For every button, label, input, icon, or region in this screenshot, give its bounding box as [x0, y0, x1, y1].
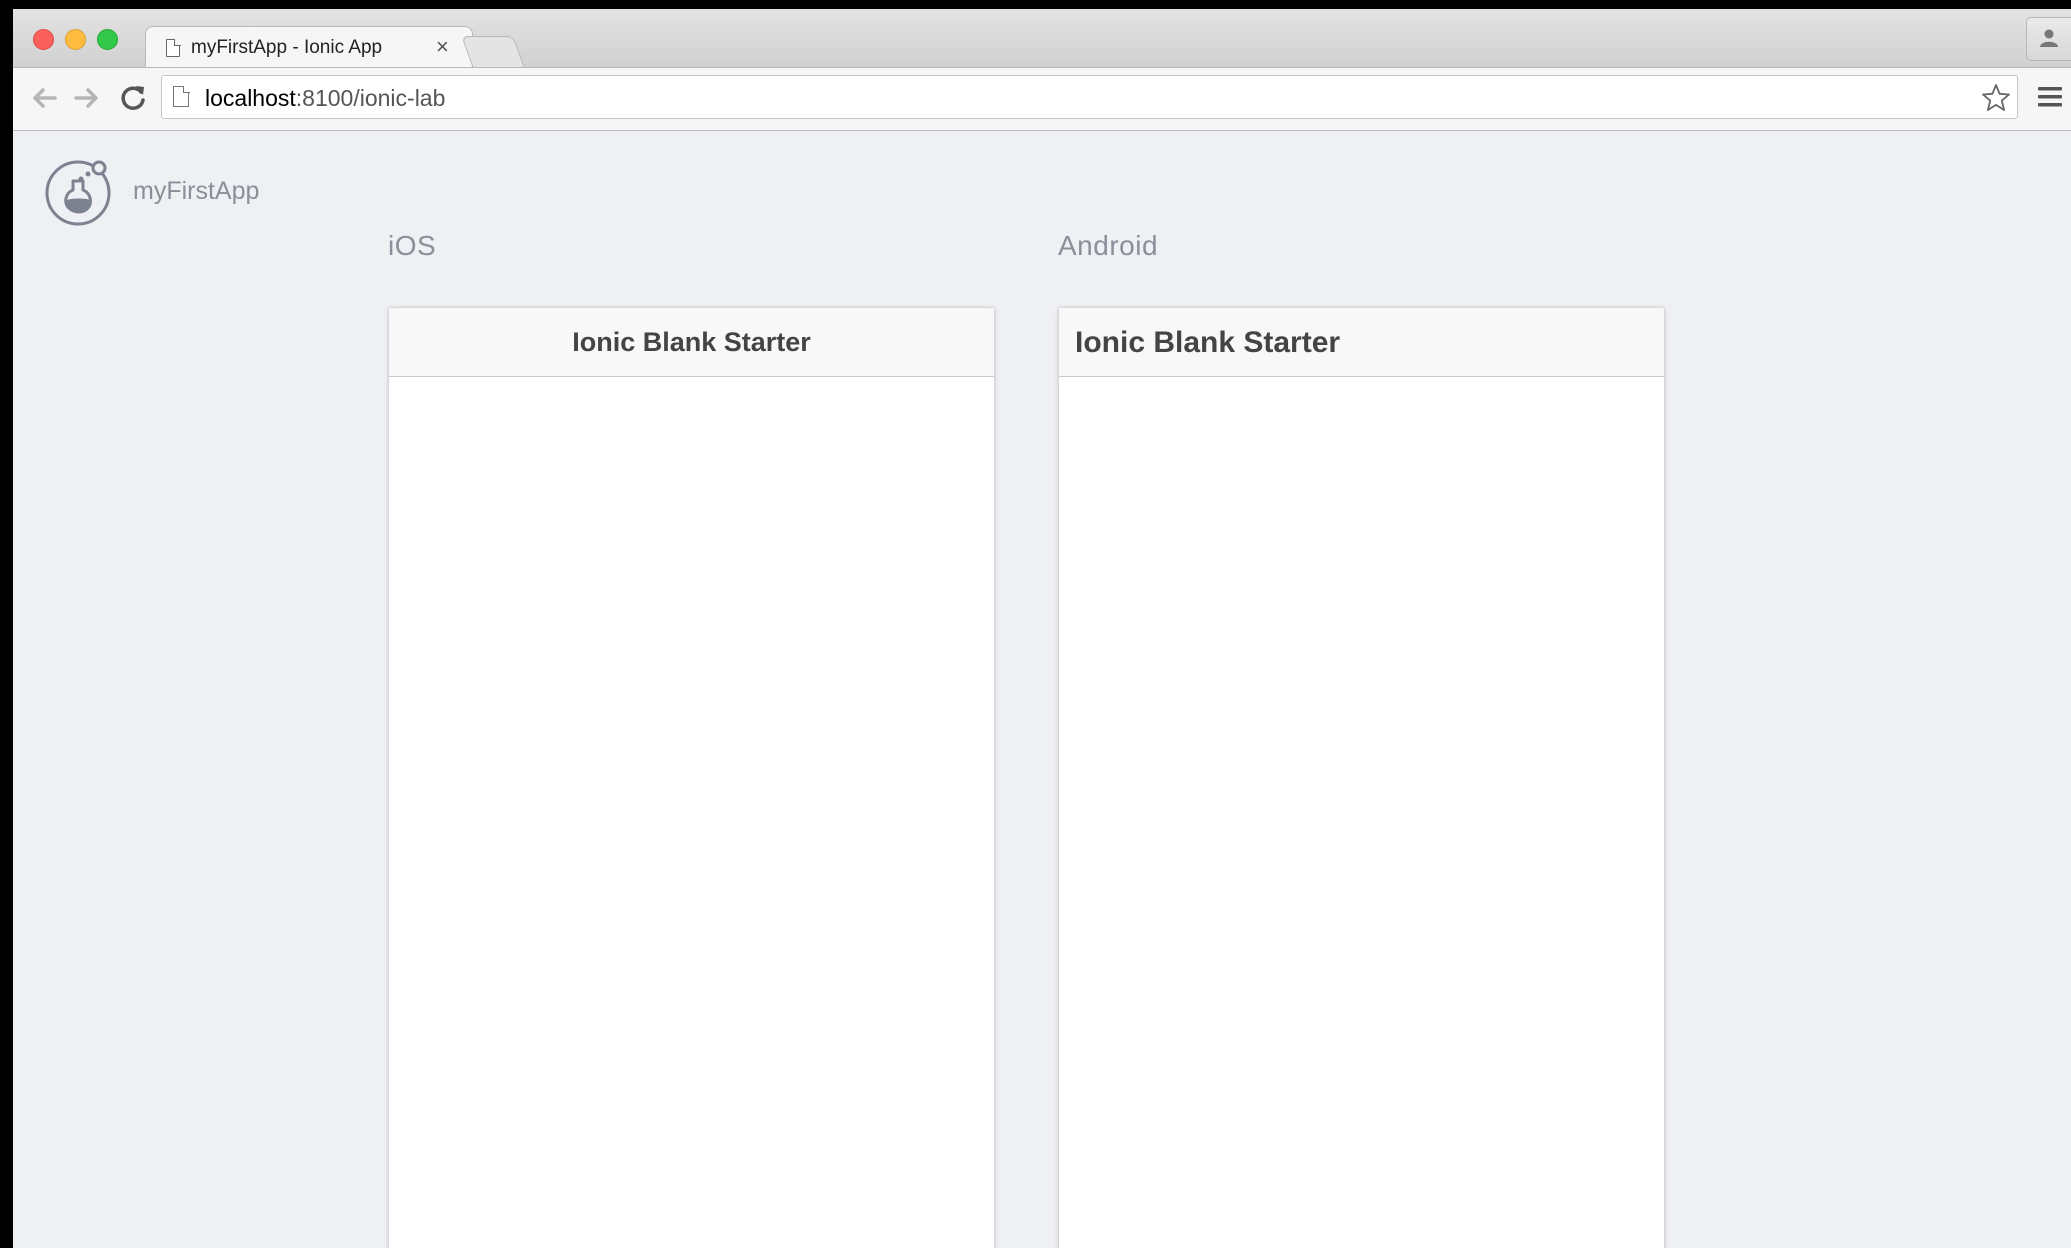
- profile-button[interactable]: [2026, 17, 2071, 61]
- reload-icon[interactable]: [116, 81, 150, 115]
- tab-close-icon[interactable]: ×: [436, 34, 449, 60]
- address-bar[interactable]: localhost:8100/ionic-lab: [161, 75, 2018, 119]
- hamburger-menu-icon[interactable]: [2037, 85, 2063, 109]
- browser-window: myFirstApp - Ionic App × localhost:8100/…: [13, 9, 2071, 1248]
- url-text[interactable]: localhost:8100/ionic-lab: [205, 85, 445, 112]
- window-minimize-button[interactable]: [65, 29, 86, 50]
- bookmark-star-icon[interactable]: [1981, 83, 2011, 113]
- tab-strip: myFirstApp - Ionic App ×: [13, 9, 2071, 69]
- url-host: localhost: [205, 85, 296, 111]
- ios-navbar: Ionic Blank Starter: [389, 308, 994, 377]
- ios-device-preview[interactable]: Ionic Blank Starter: [389, 308, 994, 1248]
- url-path: :8100/ionic-lab: [295, 85, 446, 111]
- app-name: myFirstApp: [133, 177, 260, 205]
- window-close-button[interactable]: [33, 29, 54, 50]
- browser-toolbar: localhost:8100/ionic-lab: [13, 67, 2071, 131]
- browser-tab[interactable]: myFirstApp - Ionic App ×: [145, 26, 473, 69]
- android-device-preview[interactable]: Ionic Blank Starter: [1059, 308, 1664, 1248]
- android-toolbar: Ionic Blank Starter: [1059, 308, 1664, 377]
- tab-title: myFirstApp - Ionic App: [191, 37, 383, 58]
- forward-arrow-icon[interactable]: [70, 81, 104, 115]
- ios-navbar-title: Ionic Blank Starter: [572, 327, 811, 357]
- person-icon: [2040, 29, 2058, 47]
- platform-label-ios[interactable]: iOS: [388, 230, 436, 262]
- window-zoom-button[interactable]: [97, 29, 118, 50]
- ionic-lab-page: myFirstApp iOS Android Ionic Blank Start…: [13, 131, 2071, 1248]
- platform-label-android[interactable]: Android: [1058, 230, 1158, 262]
- back-arrow-icon[interactable]: [27, 81, 61, 115]
- ionic-lab-flask-icon: [45, 160, 111, 226]
- page-icon: [173, 85, 190, 107]
- android-toolbar-title: Ionic Blank Starter: [1075, 326, 1341, 359]
- new-tab-button[interactable]: [461, 36, 525, 68]
- page-icon: [166, 39, 180, 57]
